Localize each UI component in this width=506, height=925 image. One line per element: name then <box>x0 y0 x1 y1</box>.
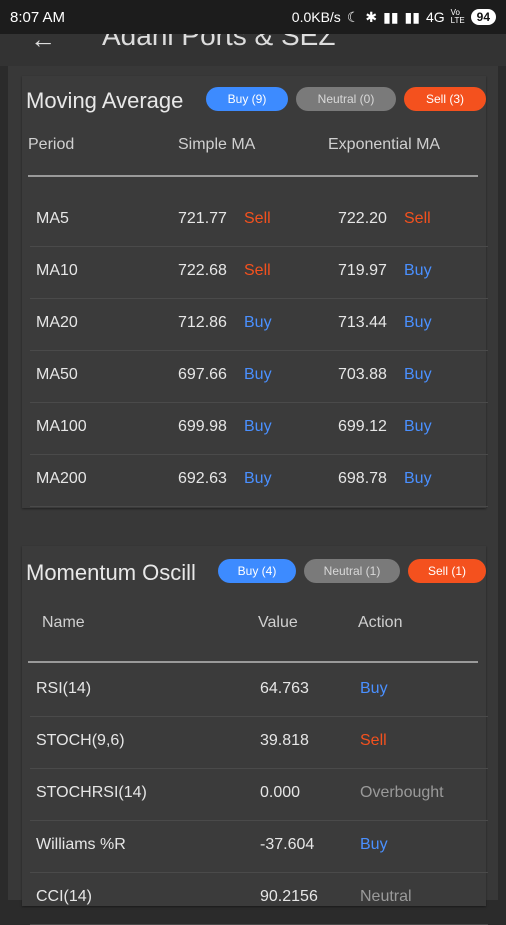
momentum-title: Momentum Oscill <box>26 560 196 585</box>
simple-ma-action: Buy <box>244 366 272 383</box>
simple-ma-value: 712.86 <box>178 314 227 331</box>
indicator-value: 0.000 <box>260 784 301 801</box>
simple-ma-action: Sell <box>244 210 271 227</box>
table-row[interactable]: MA5 721.77 Sell 722.20 Sell <box>30 194 488 247</box>
bluetooth-icon: ✱ <box>365 8 378 25</box>
exp-ma-value: 719.97 <box>338 262 387 279</box>
exp-ma-action: Buy <box>404 314 432 331</box>
simple-ma-action: Buy <box>244 314 272 331</box>
period-cell: MA10 <box>36 262 78 279</box>
simple-ma-value: 699.98 <box>178 418 227 435</box>
table-row[interactable]: MA20 712.86 Buy 713.44 Buy <box>30 298 488 351</box>
app-toolbar: ← Adani Ports & SEZ <box>0 34 506 66</box>
indicator-action: Overbought <box>360 784 444 801</box>
period-cell: MA20 <box>36 314 78 331</box>
ma-neutral-count-pill[interactable]: Neutral (0) <box>296 87 396 111</box>
momentum-oscillator-card: Momentum Oscill Buy (4) Neutral (1) Sell… <box>22 546 488 925</box>
indicator-action: Neutral <box>360 888 412 905</box>
indicator-value: 39.818 <box>260 732 309 749</box>
period-cell: MA50 <box>36 366 78 383</box>
content-sheet[interactable]: Moving Average Buy (9) Neutral (0) Sell … <box>8 66 498 925</box>
indicator-name: Williams %R <box>36 836 126 853</box>
back-arrow-icon[interactable]: ← <box>30 34 56 55</box>
battery-icon: 94 <box>470 9 496 25</box>
exp-ma-value: 703.88 <box>338 366 387 383</box>
exp-ma-action: Buy <box>404 470 432 487</box>
signal-icon-2: ▮▮ <box>404 8 420 25</box>
table-row[interactable]: MA100 699.98 Buy 699.12 Buy <box>30 402 488 455</box>
simple-ma-action: Sell <box>244 262 271 279</box>
exp-ma-action: Sell <box>404 210 431 227</box>
header-divider <box>28 661 478 663</box>
table-row[interactable]: STOCHRSI(14) 0.000 Overbought <box>30 768 488 821</box>
period-cell: MA5 <box>36 210 69 227</box>
ma-buy-count-pill[interactable]: Buy (9) <box>206 87 288 111</box>
period-cell: MA100 <box>36 418 87 435</box>
exp-ma-value: 699.12 <box>338 418 387 435</box>
simple-ma-value: 697.66 <box>178 366 227 383</box>
moving-average-title: Moving Average <box>26 88 184 113</box>
indicator-value: 90.2156 <box>260 888 318 905</box>
exp-ma-action: Buy <box>404 366 432 383</box>
exp-ma-action: Buy <box>404 418 432 435</box>
exp-ma-value: 698.78 <box>338 470 387 487</box>
moving-average-card: Moving Average Buy (9) Neutral (0) Sell … <box>22 76 488 508</box>
action-header: Action <box>358 614 403 631</box>
ma-sell-count-pill[interactable]: Sell (3) <box>404 87 486 111</box>
simple-ma-action: Buy <box>244 418 272 435</box>
status-icons: 0.0KB/s ☾ ✱ ▮▮ ▮▮ 4G Vo LTE 94 <box>292 9 496 26</box>
status-bar: 8:07 AM 0.0KB/s ☾ ✱ ▮▮ ▮▮ 4G Vo LTE 94 <box>0 0 506 34</box>
period-header: Period <box>28 136 75 153</box>
mo-neutral-count-pill[interactable]: Neutral (1) <box>304 559 400 583</box>
table-row[interactable]: CCI(14) 90.2156 Neutral <box>30 872 488 925</box>
simple-ma-value: 692.63 <box>178 470 227 487</box>
value-header: Value <box>258 614 298 631</box>
moon-icon: ☾ <box>346 8 360 25</box>
table-row[interactable]: MA200 692.63 Buy 698.78 Buy <box>30 454 488 507</box>
table-row[interactable]: MA50 697.66 Buy 703.88 Buy <box>30 350 488 403</box>
simple-ma-value: 721.77 <box>178 210 227 227</box>
name-header: Name <box>42 614 85 631</box>
simple-ma-value: 722.68 <box>178 262 227 279</box>
indicator-name: CCI(14) <box>36 888 93 905</box>
table-row[interactable]: MA10 722.68 Sell 719.97 Buy <box>30 246 488 299</box>
mo-buy-count-pill[interactable]: Buy (4) <box>218 559 296 583</box>
status-time: 8:07 AM <box>10 8 66 26</box>
simple-ma-header: Simple MA <box>178 136 256 153</box>
exp-ma-value: 713.44 <box>338 314 387 331</box>
page-title: Adani Ports & SEZ <box>102 34 336 51</box>
exp-ma-action: Buy <box>404 262 432 279</box>
exp-ma-value: 722.20 <box>338 210 387 227</box>
volte-icon: Vo LTE <box>450 8 465 25</box>
indicator-action: Sell <box>360 732 387 749</box>
exponential-ma-header: Exponential MA <box>328 136 441 153</box>
indicator-action: Buy <box>360 680 388 697</box>
mo-sell-count-pill[interactable]: Sell (1) <box>408 559 486 583</box>
indicator-action: Buy <box>360 836 388 853</box>
table-row[interactable]: RSI(14) 64.763 Buy <box>30 664 488 717</box>
header-divider <box>28 175 478 177</box>
indicator-name: RSI(14) <box>36 680 92 697</box>
indicator-value: 64.763 <box>260 680 309 697</box>
network-speed: 0.0KB/s <box>291 9 341 25</box>
period-cell: MA200 <box>36 470 87 487</box>
table-row[interactable]: Williams %R -37.604 Buy <box>30 820 488 873</box>
table-row[interactable]: STOCH(9,6) 39.818 Sell <box>30 716 488 769</box>
indicator-name: STOCH(9,6) <box>36 732 125 749</box>
network-type: 4G <box>425 9 445 25</box>
indicator-value: -37.604 <box>260 836 315 853</box>
simple-ma-action: Buy <box>244 470 272 487</box>
signal-icon: ▮▮ <box>383 8 399 25</box>
indicator-name: STOCHRSI(14) <box>36 784 147 801</box>
